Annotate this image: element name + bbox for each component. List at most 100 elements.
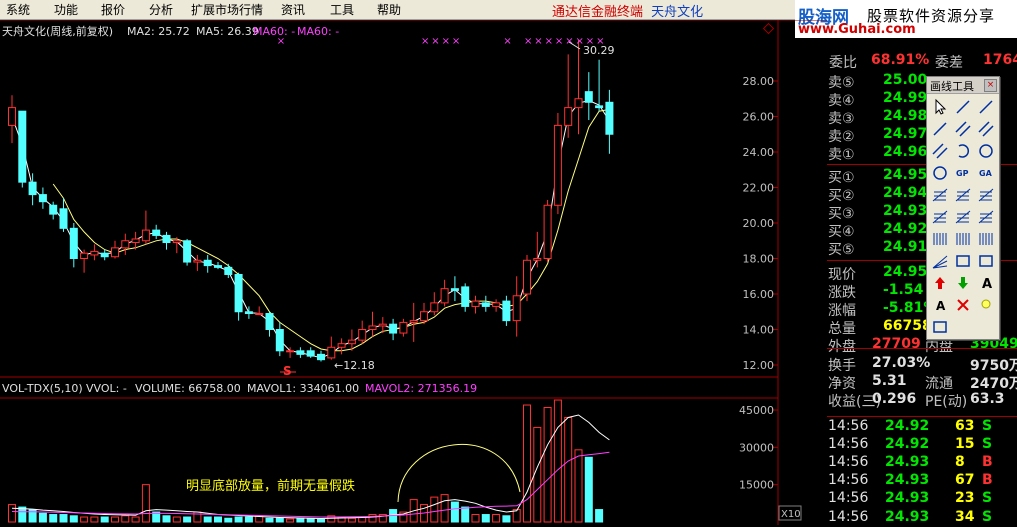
menu-quote[interactable]: 报价 xyxy=(101,1,125,18)
cursor-icon[interactable] xyxy=(931,98,949,116)
volume-bar-down xyxy=(461,506,470,523)
arc-icon[interactable] xyxy=(954,142,972,160)
tick-volume: 23 xyxy=(955,490,975,507)
draw-tool-palette[interactable]: 画线工具 × GP GA A A xyxy=(926,76,1000,340)
candle-body-up xyxy=(8,107,16,126)
candle-body-down xyxy=(605,101,614,135)
ga-icon[interactable]: GA xyxy=(977,164,995,182)
gann-icon[interactable] xyxy=(977,186,995,204)
line-icon[interactable] xyxy=(954,98,972,116)
parallel-line-icon[interactable] xyxy=(954,120,972,138)
buy-level-label: 买③ xyxy=(828,206,855,223)
svg-text:A: A xyxy=(936,299,946,313)
low-label: ←12.18 xyxy=(334,359,375,372)
screen-icon[interactable] xyxy=(931,318,949,336)
tick-row: 14:56 24.93 8 B xyxy=(827,454,1017,472)
fan-icon[interactable] xyxy=(931,252,949,270)
commission-diff-label: 委差 xyxy=(935,55,963,71)
bar-lines-icon[interactable] xyxy=(954,230,972,248)
menu-extended-market[interactable]: 扩展市场行情 xyxy=(191,1,263,18)
candle-body-down xyxy=(69,227,78,259)
volume-bar-up xyxy=(90,516,99,523)
menu-help[interactable]: 帮助 xyxy=(377,1,401,18)
volume-bar-up xyxy=(368,514,377,523)
ma60-label-a: MA60: - xyxy=(253,25,295,38)
fib-line-icon[interactable] xyxy=(931,142,949,160)
buy-level-price: 24.91 xyxy=(883,239,928,256)
menu-function[interactable]: 功能 xyxy=(54,1,78,18)
stat-label-2: PE(动) xyxy=(925,393,968,410)
signal-x-marker: × xyxy=(565,36,573,47)
candle-body-down xyxy=(244,311,253,315)
tick-side: S xyxy=(982,418,993,434)
candle-body-down xyxy=(481,302,490,307)
tick-row: 14:56 24.92 63 S xyxy=(827,418,1017,436)
stat-label: 现价 xyxy=(828,267,856,283)
price-tick-label: 20.00 xyxy=(743,217,775,230)
menu-tools[interactable]: 工具 xyxy=(330,1,354,18)
ray-icon[interactable] xyxy=(977,98,995,116)
menu-system[interactable]: 系统 xyxy=(6,1,30,18)
candle-body-up xyxy=(543,204,552,259)
cycle-icon[interactable] xyxy=(931,164,949,182)
stat-value: 27.03% xyxy=(872,354,931,371)
speed-line-icon[interactable] xyxy=(954,186,972,204)
volume-bar-down xyxy=(100,516,109,523)
period-line-icon[interactable] xyxy=(977,208,995,226)
price-tick-label: 12.00 xyxy=(743,359,775,372)
candle-body-down xyxy=(296,350,305,355)
sell-level-price: 24.96 xyxy=(883,144,928,161)
candle-body-down xyxy=(38,194,47,203)
high-label: 30.29 xyxy=(583,44,615,57)
gp-icon[interactable]: GP xyxy=(954,164,972,182)
volume-label: VOLUME: 66758.00 xyxy=(135,382,241,395)
candle-body-down xyxy=(461,286,470,307)
percent-line-icon[interactable] xyxy=(954,208,972,226)
commission-ratio-label: 委比 xyxy=(829,55,857,71)
tick-row: 14:56 24.92 15 S xyxy=(827,436,1017,454)
menu-news[interactable]: 资讯 xyxy=(281,1,305,18)
volume-tick-label: 45000 xyxy=(739,404,774,417)
tick-time: 14:56 xyxy=(828,454,869,471)
box-icon[interactable] xyxy=(977,252,995,270)
tick-price: 24.92 xyxy=(885,418,930,434)
signal-x-marker: × xyxy=(452,36,460,47)
circle-icon[interactable] xyxy=(977,142,995,160)
stat-label: 总量 xyxy=(828,321,856,338)
volume-bar-up xyxy=(286,518,295,523)
close-icon[interactable]: × xyxy=(984,79,997,92)
channel-icon[interactable] xyxy=(977,120,995,138)
menu-analysis[interactable]: 分析 xyxy=(149,1,173,18)
signal-x-marker: × xyxy=(524,36,532,47)
vertical-lines-icon[interactable] xyxy=(931,230,949,248)
lamp-icon[interactable] xyxy=(977,296,995,314)
draw-tool-titlebar[interactable]: 画线工具 × xyxy=(927,77,999,94)
price-tick-label: 28.00 xyxy=(743,75,775,88)
text-mark-icon[interactable]: A xyxy=(931,296,949,314)
buy-level-price: 24.94 xyxy=(883,185,928,202)
tick-side: B xyxy=(982,454,993,471)
fib-retrace-icon[interactable] xyxy=(931,208,949,226)
text-icon[interactable]: A xyxy=(977,274,995,292)
price-tick-label: 22.00 xyxy=(743,182,775,195)
up-arrow-icon[interactable] xyxy=(931,274,949,292)
volume-bar-up xyxy=(141,484,150,523)
arrow-line-icon[interactable] xyxy=(931,120,949,138)
time-lines-icon[interactable] xyxy=(977,230,995,248)
tick-side: B xyxy=(982,472,993,489)
volume-axis: 45000 30000 15000 xyxy=(739,404,778,492)
candle-body-down xyxy=(49,204,58,215)
mavol2-label: MAVOL2: 271356.19 xyxy=(365,382,477,395)
down-arrow-icon[interactable] xyxy=(954,274,972,292)
tick-volume: 67 xyxy=(955,472,975,489)
delete-icon[interactable] xyxy=(954,296,972,314)
tick-time: 14:56 xyxy=(828,418,869,434)
signal-x-marker: × xyxy=(503,36,511,47)
ma60-label-b: MA60: - xyxy=(297,25,339,38)
kline-chart[interactable]: 28.00 26.00 24.00 22.00 20.00 18.00 16.00 14.00… xyxy=(0,20,827,525)
volume-bar-up xyxy=(131,516,140,523)
golden-ratio-icon[interactable] xyxy=(931,186,949,204)
rect-icon[interactable] xyxy=(954,252,972,270)
candle-body-up xyxy=(553,124,562,206)
volume-bar-down xyxy=(306,518,315,523)
